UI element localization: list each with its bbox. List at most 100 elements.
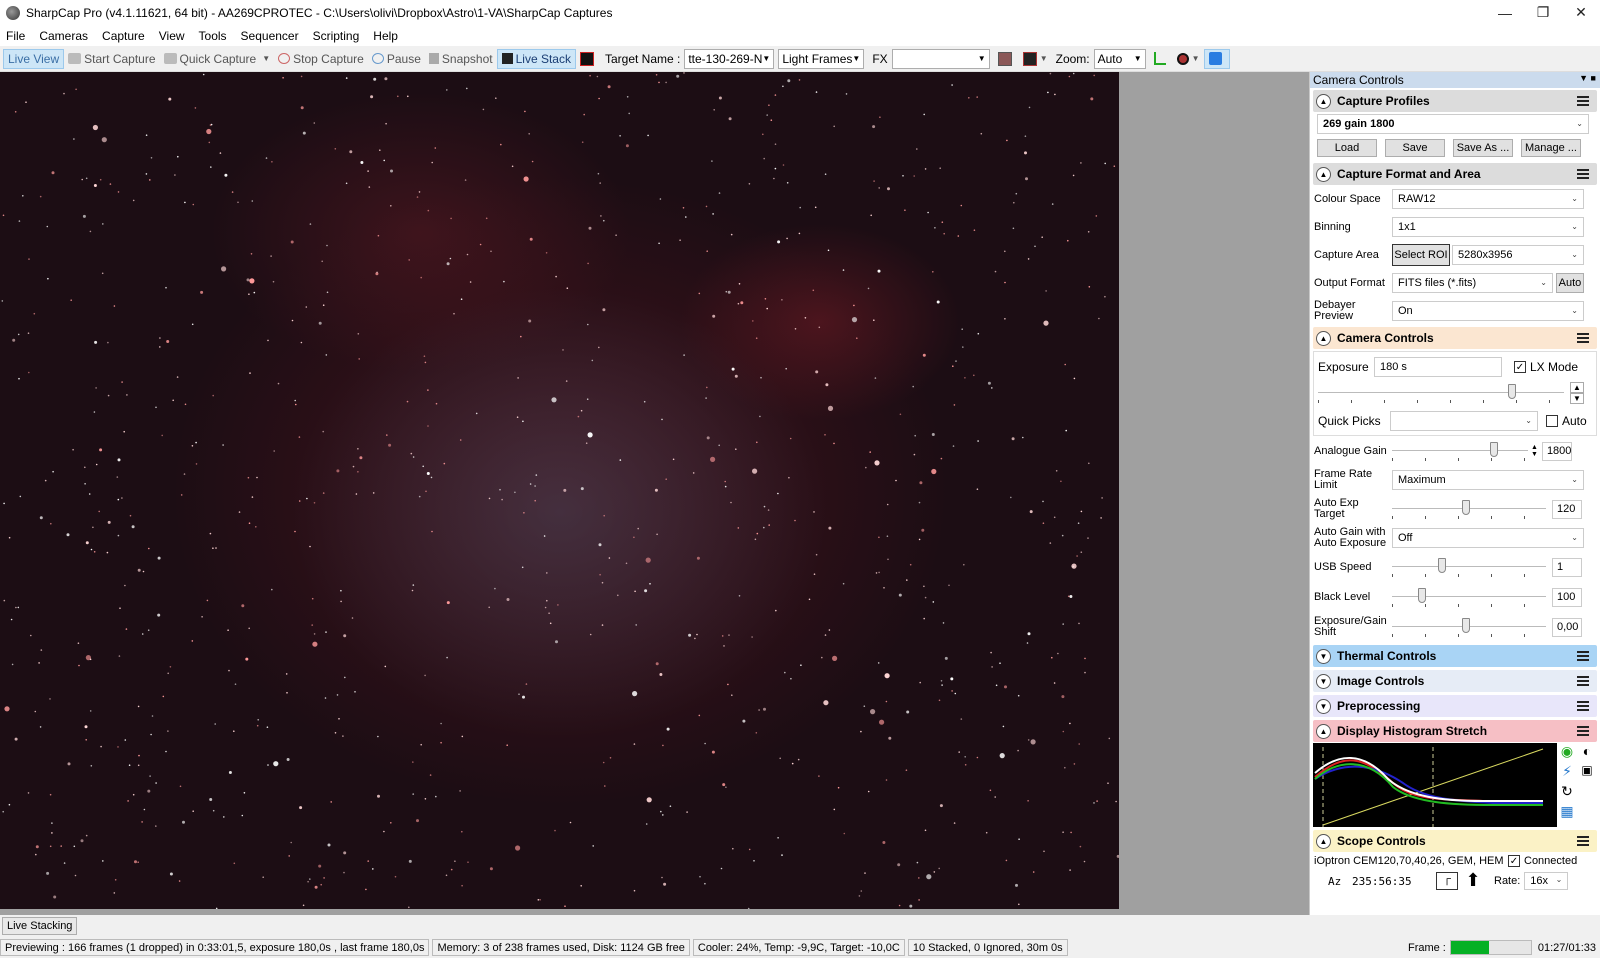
slider-thumb[interactable]	[1490, 442, 1498, 457]
reset-icon[interactable]: ↻	[1557, 783, 1577, 803]
lx-mode-checkbox[interactable]: ✓	[1514, 361, 1526, 373]
histogram-header[interactable]: ▲ Display Histogram Stretch	[1313, 720, 1597, 742]
auto-gain-select[interactable]: Off ⌄	[1392, 528, 1584, 548]
usb-speed-slider[interactable]	[1392, 556, 1546, 578]
image-viewport[interactable]	[0, 72, 1309, 915]
close-icon[interactable]: ✕	[1562, 0, 1600, 25]
black-level-input[interactable]: 100	[1552, 587, 1582, 607]
exposure-slider[interactable]	[1318, 382, 1564, 404]
target-name-select[interactable]: tte-130-269-N ▼	[684, 48, 775, 69]
connected-checkbox[interactable]: ✓	[1508, 855, 1520, 867]
focus-assist-button[interactable]	[1203, 48, 1230, 69]
auto-exp-target-input[interactable]: 120	[1552, 499, 1582, 519]
select-roi-button[interactable]: Select ROI	[1392, 244, 1450, 266]
chevron-down-icon[interactable]: ▼	[1316, 648, 1331, 664]
analogue-gain-input[interactable]: 1800	[1541, 441, 1572, 461]
usb-speed-input[interactable]: 1	[1552, 557, 1582, 577]
colour-space-select[interactable]: RAW12 ⌄	[1392, 189, 1584, 209]
output-format-select[interactable]: FITS files (*.fits) ⌄	[1392, 273, 1553, 293]
minimize-icon[interactable]: —	[1486, 0, 1524, 25]
menu-file[interactable]: File	[6, 29, 25, 43]
chevron-down-icon[interactable]: ▼	[1040, 54, 1048, 63]
slider-thumb[interactable]	[1438, 558, 1446, 573]
quick-capture-button[interactable]: Quick Capture ▼	[160, 49, 275, 69]
slider-thumb[interactable]	[1508, 384, 1516, 399]
quick-picks-select[interactable]: ⌄	[1390, 411, 1538, 431]
image-controls-header[interactable]: ▼ Image Controls	[1313, 670, 1597, 692]
preprocessing-header[interactable]: ▼ Preprocessing	[1313, 695, 1597, 717]
magnifier-button[interactable]: ▼	[1173, 49, 1204, 69]
menu-icon[interactable]	[1577, 701, 1589, 711]
fx-select[interactable]: ▼	[891, 48, 990, 69]
auto-exposure-checkbox[interactable]	[1546, 415, 1558, 427]
capture-format-header[interactable]: ▲ Capture Format and Area	[1313, 163, 1597, 185]
slider-thumb[interactable]	[1462, 618, 1470, 633]
no-target-icon[interactable]	[576, 49, 601, 69]
stretch-icon[interactable]: ◉	[1557, 743, 1577, 763]
chevron-up-icon[interactable]: ▲	[1316, 330, 1331, 346]
park-icon[interactable]: ┌	[1436, 872, 1458, 890]
auto-format-button[interactable]: Auto	[1556, 273, 1584, 293]
chevron-down-icon[interactable]: ▼	[1192, 54, 1200, 63]
exposure-gain-shift-slider[interactable]	[1392, 616, 1546, 638]
live-stacking-tab[interactable]: Live Stacking	[2, 917, 78, 935]
manage-profiles-button[interactable]: Manage ...	[1521, 139, 1581, 157]
menu-capture[interactable]: Capture	[102, 29, 145, 43]
chevron-up-icon[interactable]: ▲	[1316, 93, 1331, 109]
histogram-button[interactable]	[1150, 49, 1173, 69]
exposure-gain-shift-input[interactable]: 0,00	[1552, 617, 1582, 637]
binning-select[interactable]: 1x1 ⌄	[1392, 217, 1584, 237]
overlay-button[interactable]: ▼	[1019, 49, 1052, 69]
slider-thumb[interactable]	[1418, 588, 1426, 603]
start-capture-button[interactable]: Start Capture	[64, 49, 159, 69]
gain-spinner[interactable]: ▲ ▼	[1531, 444, 1538, 458]
contrast-icon[interactable]: ◐	[1577, 743, 1597, 763]
load-profile-button[interactable]: Load	[1317, 139, 1377, 157]
pause-button[interactable]: Pause	[368, 49, 425, 69]
zoom-select[interactable]: Auto ▼	[1093, 48, 1146, 69]
analogue-gain-slider[interactable]	[1392, 440, 1528, 462]
live-stack-image[interactable]	[0, 72, 1119, 909]
frame-type-select[interactable]: Light Frames ▼	[778, 48, 865, 69]
north-arrow-icon[interactable]: ⬆	[1458, 871, 1488, 891]
save-profile-button[interactable]: Save	[1385, 139, 1445, 157]
menu-cameras[interactable]: Cameras	[39, 29, 88, 43]
menu-icon[interactable]	[1577, 333, 1589, 343]
menu-icon[interactable]	[1577, 96, 1589, 106]
restore-icon[interactable]: ❐	[1524, 0, 1562, 25]
histogram-display[interactable]: ◉ ◐ ⚡ ▣ ↻ ▦	[1313, 743, 1597, 827]
lock-icon[interactable]: ▣	[1577, 763, 1597, 783]
frame-rate-select[interactable]: Maximum ⌄	[1392, 470, 1584, 490]
camera-controls-header[interactable]: ▲ Camera Controls	[1313, 327, 1597, 349]
scope-controls-header[interactable]: ▲ Scope Controls	[1313, 830, 1597, 852]
menu-tools[interactable]: Tools	[199, 29, 227, 43]
menu-icon[interactable]	[1577, 651, 1589, 661]
exposure-input[interactable]: 180 s	[1374, 357, 1502, 377]
thermal-controls-header[interactable]: ▼ Thermal Controls	[1313, 645, 1597, 667]
chevron-down-icon[interactable]: ▼	[262, 54, 270, 63]
spin-up-icon[interactable]: ▲	[1570, 382, 1584, 393]
save-as-profile-button[interactable]: Save As ...	[1453, 139, 1513, 157]
chevron-up-icon[interactable]: ▲	[1316, 833, 1331, 849]
menu-icon[interactable]	[1577, 169, 1589, 179]
spin-down-icon[interactable]: ▼	[1531, 451, 1538, 458]
capture-profiles-header[interactable]: ▲ Capture Profiles	[1313, 90, 1597, 112]
debayer-select[interactable]: On ⌄	[1392, 301, 1584, 321]
menu-view[interactable]: View	[159, 29, 185, 43]
pin-icon[interactable]: ▼ ■	[1579, 73, 1596, 83]
save-icon[interactable]: ▦	[1557, 803, 1577, 823]
reticle-button[interactable]	[994, 49, 1019, 69]
spin-down-icon[interactable]: ▼	[1570, 393, 1584, 404]
black-level-slider[interactable]	[1392, 586, 1546, 608]
chevron-up-icon[interactable]: ▲	[1316, 166, 1331, 182]
rate-select[interactable]: 16x ⌄	[1524, 872, 1569, 890]
stop-capture-button[interactable]: Stop Capture	[274, 49, 368, 69]
slider-thumb[interactable]	[1462, 500, 1470, 515]
live-stack-button[interactable]: Live Stack	[496, 48, 576, 69]
chevron-up-icon[interactable]: ▲	[1316, 723, 1331, 739]
spin-up-icon[interactable]: ▲	[1531, 444, 1538, 451]
menu-sequencer[interactable]: Sequencer	[241, 29, 299, 43]
menu-icon[interactable]	[1577, 726, 1589, 736]
profile-select[interactable]: 269 gain 1800 ⌄	[1317, 114, 1589, 134]
auto-stretch-icon[interactable]: ⚡	[1557, 763, 1577, 783]
